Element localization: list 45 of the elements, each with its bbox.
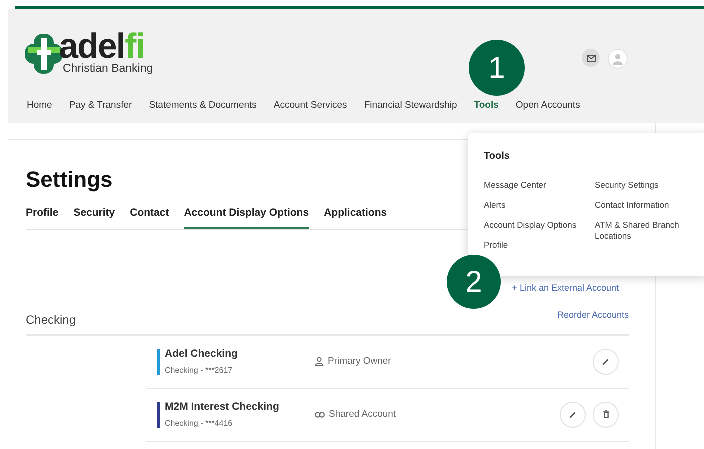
account-role: Shared Account bbox=[329, 408, 396, 422]
edit-button[interactable] bbox=[593, 348, 619, 375]
account-number: Checking - ***2617 bbox=[165, 364, 234, 377]
nav-link[interactable]: Account Services bbox=[274, 98, 348, 113]
mail-button[interactable] bbox=[582, 49, 600, 67]
settings-tab[interactable]: Applications bbox=[324, 206, 388, 229]
trash-icon bbox=[602, 410, 610, 420]
pencil-icon bbox=[602, 358, 610, 366]
edit-button[interactable] bbox=[560, 402, 586, 428]
menu-item[interactable]: Alerts bbox=[484, 200, 595, 211]
mail-icon bbox=[586, 54, 596, 62]
page-title: Settings bbox=[26, 167, 113, 193]
reorder-accounts-link[interactable]: Reorder Accounts bbox=[557, 309, 629, 323]
brand-name: adelfi bbox=[59, 32, 144, 62]
settings-tab[interactable]: Profile bbox=[26, 206, 59, 229]
step-number-badge: 2 bbox=[447, 255, 501, 309]
settings-tab[interactable]: Account Display Options bbox=[184, 206, 310, 229]
person-icon bbox=[315, 357, 324, 366]
nav-link[interactable]: Financial Stewardship bbox=[364, 98, 458, 113]
delete-button[interactable] bbox=[593, 402, 619, 428]
nav-link[interactable]: Open Accounts bbox=[516, 98, 580, 113]
nav-link[interactable]: Home bbox=[27, 98, 52, 113]
link-icon bbox=[315, 412, 325, 418]
settings-tab[interactable]: Security bbox=[74, 206, 116, 229]
person-icon bbox=[612, 53, 624, 65]
brand-tagline: Christian Banking bbox=[63, 62, 154, 76]
link-external-account-link[interactable]: + Link an External Account bbox=[512, 282, 619, 296]
menu-item[interactable]: Account Display Options bbox=[484, 220, 595, 231]
menu-item[interactable]: Message Center bbox=[484, 180, 595, 191]
account-name: M2M Interest Checking bbox=[165, 400, 280, 415]
menu-item[interactable]: ATM & Shared Branch Locations bbox=[595, 220, 704, 242]
profile-button[interactable] bbox=[608, 49, 628, 69]
nav-link[interactable]: Tools bbox=[474, 98, 499, 113]
account-number: Checking - ***4416 bbox=[165, 418, 234, 430]
pencil-icon bbox=[569, 410, 577, 419]
menu-title: Tools bbox=[484, 150, 511, 164]
account-role: Primary Owner bbox=[328, 354, 392, 369]
menu-item[interactable]: Profile bbox=[484, 240, 595, 251]
menu-item[interactable]: Contact Information bbox=[595, 200, 704, 211]
section-title: Checking bbox=[26, 312, 76, 329]
account-name: Adel Checking bbox=[165, 346, 239, 362]
settings-tab[interactable]: Contact bbox=[130, 206, 170, 229]
menu-item[interactable]: Security Settings bbox=[595, 180, 704, 191]
nav-link[interactable]: Pay & Transfer bbox=[69, 98, 132, 113]
nav-link[interactable]: Statements & Documents bbox=[149, 98, 257, 113]
